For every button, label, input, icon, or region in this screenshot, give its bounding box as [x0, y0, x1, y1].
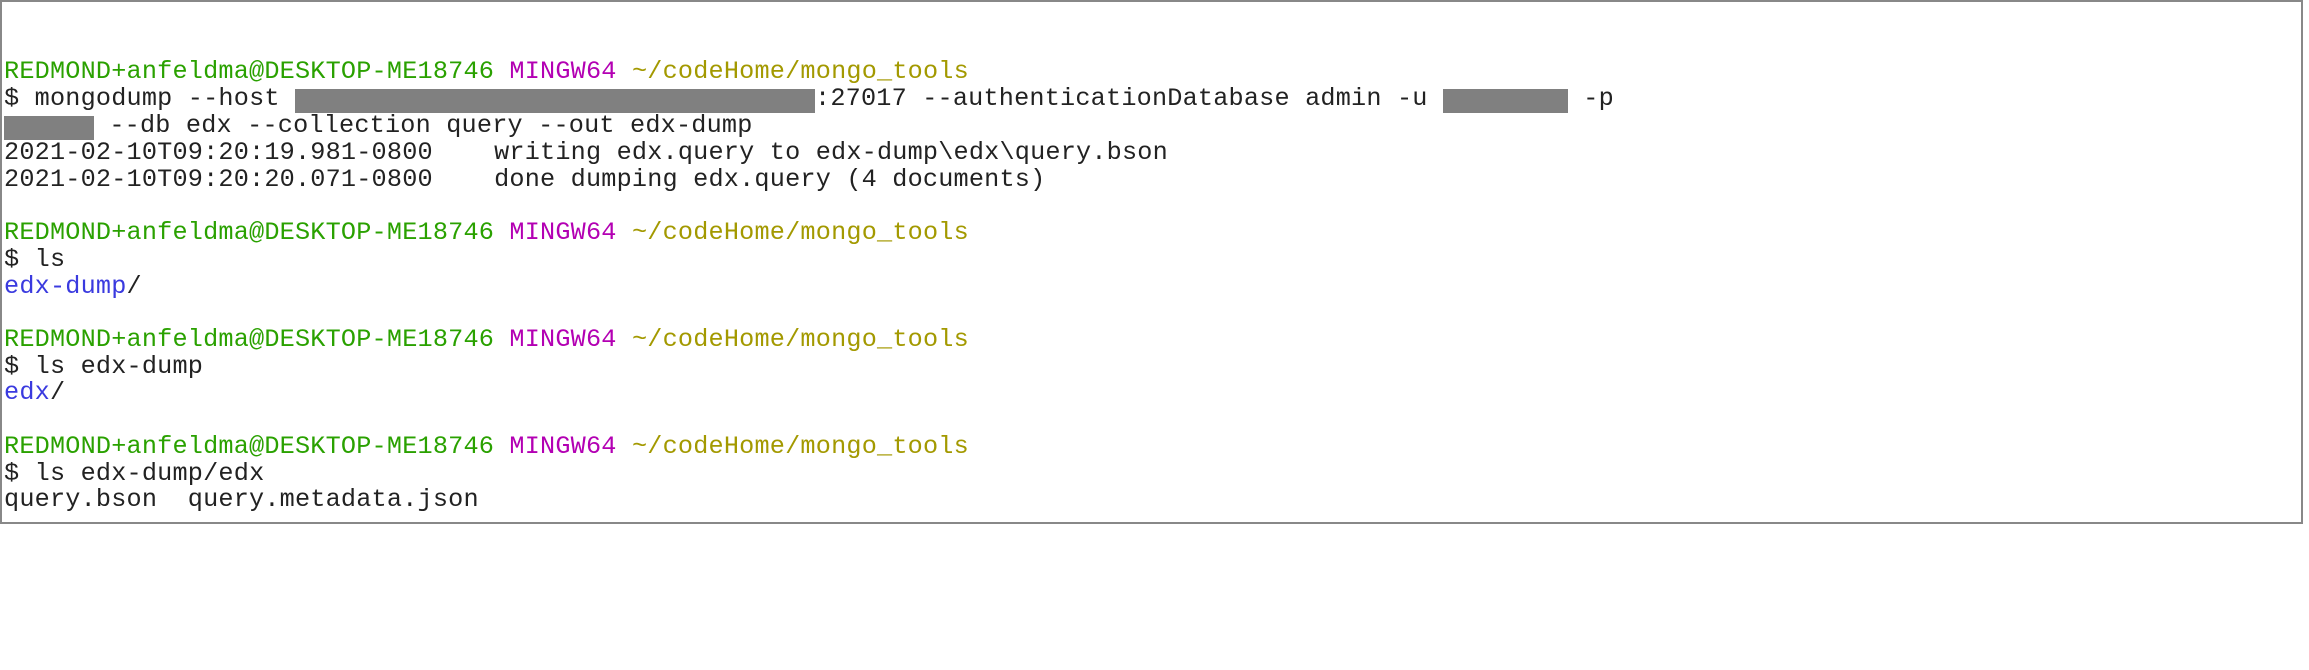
prompt-user: REDMOND+anfeldma@DESKTOP-ME18746	[4, 432, 494, 461]
prompt-cwd: ~/codeHome/mongo_tools	[632, 57, 969, 86]
prompt-shell: MINGW64	[509, 325, 616, 354]
output-line: query.bson query.metadata.json	[4, 485, 479, 514]
prompt-line: REDMOND+anfeldma@DESKTOP-ME18746 MINGW64…	[4, 57, 969, 86]
cmd-part: :27017 --authenticationDatabase admin -u	[815, 84, 1443, 113]
prompt-shell: MINGW64	[509, 432, 616, 461]
prompt-cwd: ~/codeHome/mongo_tools	[632, 432, 969, 461]
dir-entry: edx-dump	[4, 272, 127, 301]
command-text: ls	[35, 245, 66, 274]
prompt-line: REDMOND+anfeldma@DESKTOP-ME18746 MINGW64…	[4, 432, 969, 461]
dir-entry: edx	[4, 378, 50, 407]
command-text: ls edx-dump/edx	[35, 459, 265, 488]
prompt-user: REDMOND+anfeldma@DESKTOP-ME18746	[4, 57, 494, 86]
prompt-symbol: $	[4, 459, 19, 488]
dir-suffix: /	[127, 272, 142, 301]
command-text: mongodump --host :27017 --authentication…	[4, 84, 1614, 140]
prompt-cwd: ~/codeHome/mongo_tools	[632, 218, 969, 247]
prompt-symbol: $	[4, 84, 19, 113]
redacted-host	[295, 89, 815, 113]
output-line: 2021-02-10T09:20:19.981-0800 writing edx…	[4, 138, 1168, 167]
dir-suffix: /	[50, 378, 65, 407]
terminal-window[interactable]: REDMOND+anfeldma@DESKTOP-ME18746 MINGW64…	[0, 0, 2303, 524]
prompt-shell: MINGW64	[509, 218, 616, 247]
output-line: 2021-02-10T09:20:20.071-0800 done dumpin…	[4, 165, 1045, 194]
prompt-symbol: $	[4, 352, 19, 381]
prompt-cwd: ~/codeHome/mongo_tools	[632, 325, 969, 354]
prompt-line: REDMOND+anfeldma@DESKTOP-ME18746 MINGW64…	[4, 325, 969, 354]
prompt-user: REDMOND+anfeldma@DESKTOP-ME18746	[4, 218, 494, 247]
prompt-shell: MINGW64	[509, 57, 616, 86]
prompt-line: REDMOND+anfeldma@DESKTOP-ME18746 MINGW64…	[4, 218, 969, 247]
prompt-symbol: $	[4, 245, 19, 274]
cmd-part: --db edx --collection query --out edx-du…	[94, 111, 753, 140]
redacted-user	[1443, 89, 1568, 113]
cmd-part: -p	[1568, 84, 1614, 113]
prompt-user: REDMOND+anfeldma@DESKTOP-ME18746	[4, 325, 494, 354]
command-text: ls edx-dump	[35, 352, 203, 381]
redacted-pass	[4, 116, 94, 140]
cmd-part: mongodump --host	[35, 84, 295, 113]
